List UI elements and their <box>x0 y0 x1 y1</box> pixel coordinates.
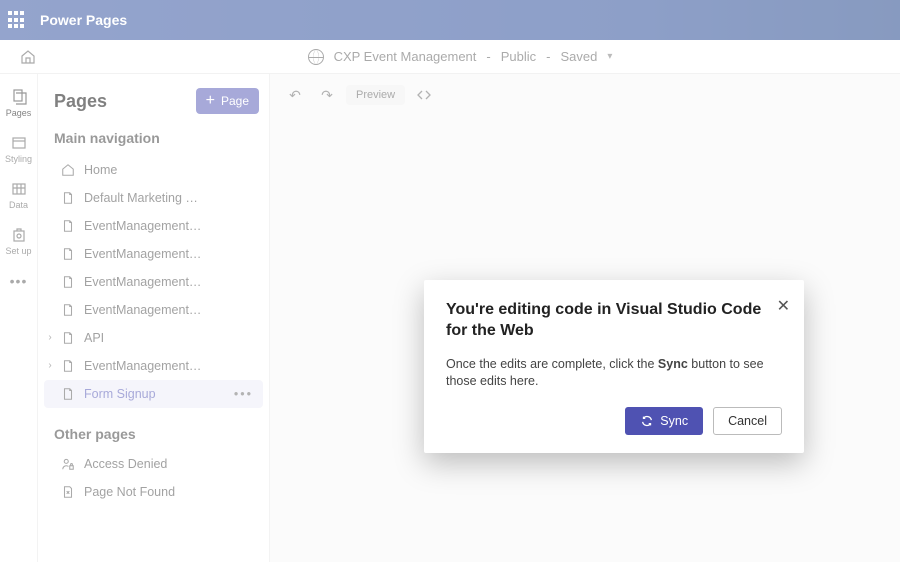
dialog-title: You're editing code in Visual Studio Cod… <box>446 300 782 342</box>
sync-button[interactable]: Sync <box>625 407 703 435</box>
sync-label: Sync <box>660 414 688 428</box>
dialog-body-bold: Sync <box>658 357 688 371</box>
dialog-body-text: Once the edits are complete, click the <box>446 357 658 371</box>
cancel-button[interactable]: Cancel <box>713 407 782 435</box>
close-icon[interactable]: ✕ <box>777 296 790 316</box>
dialog-body: Once the edits are complete, click the S… <box>446 356 782 391</box>
vscode-sync-dialog: ✕ You're editing code in Visual Studio C… <box>424 280 804 453</box>
sync-icon <box>640 414 654 428</box>
